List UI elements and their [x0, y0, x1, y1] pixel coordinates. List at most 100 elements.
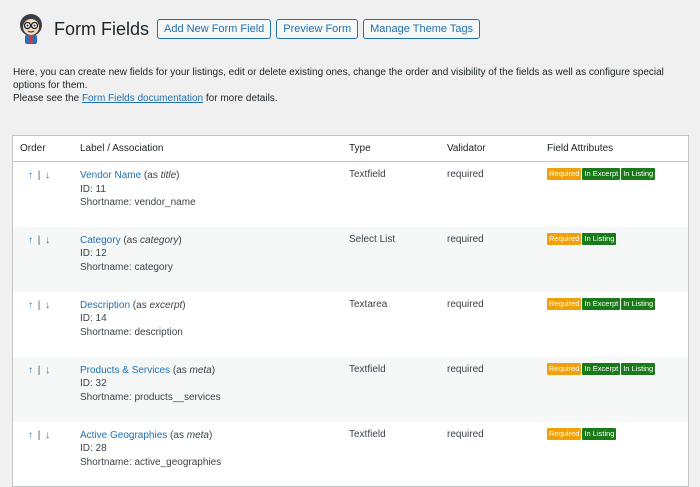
order-separator: | — [37, 429, 42, 441]
label-cell: Active Geographies (as meta) ID: 28 Shor… — [80, 422, 349, 487]
move-up-arrow-icon[interactable]: ↑ — [28, 365, 34, 376]
intro-text: Here, you can create new fields for your… — [13, 66, 693, 105]
association-value: category — [140, 234, 179, 246]
field-shortname: Shortname: category — [80, 261, 173, 273]
field-id: ID: 28 — [80, 443, 107, 454]
table-row: ↑ | ↓ Products & Services (as meta) ID: … — [13, 356, 688, 422]
in-listing-badge: In Listing — [621, 297, 656, 310]
field-attributes-cell: Required In Listing — [547, 422, 688, 487]
column-header-type: Type — [349, 136, 447, 162]
in-listing-badge: In Listing — [621, 168, 656, 180]
type-cell: Select List — [349, 233, 396, 245]
in-excerpt-badge: In Excerpt — [582, 297, 621, 310]
order-cell: ↑ | ↓ — [13, 162, 80, 227]
association-prefix: (as — [130, 299, 150, 311]
field-id: ID: 32 — [80, 378, 107, 389]
label-cell: Products & Services (as meta) ID: 32 Sho… — [80, 357, 349, 422]
order-separator: | — [37, 364, 42, 376]
move-down-arrow-icon[interactable]: ↓ — [45, 365, 51, 376]
association-value: title — [160, 170, 177, 181]
preview-form-button[interactable]: Preview Form — [276, 19, 359, 39]
association-prefix: (as — [167, 429, 187, 441]
in-listing-badge: In Listing — [582, 232, 617, 245]
association-prefix: (as — [141, 170, 161, 181]
move-down-arrow-icon[interactable]: ↓ — [45, 430, 51, 441]
required-badge: Required — [547, 362, 582, 375]
column-header-field-attributes: Field Attributes — [547, 136, 688, 162]
intro-line-1: Here, you can create new fields for your… — [13, 67, 664, 91]
table-row: ↑ | ↓ Category (as category) ID: 12 Shor… — [13, 226, 688, 292]
validator-cell: required — [447, 428, 484, 440]
field-id: ID: 11 — [80, 183, 106, 195]
move-down-arrow-icon[interactable]: ↓ — [45, 235, 51, 246]
order-separator: | — [37, 170, 42, 181]
column-header-label: Label / Association — [80, 136, 349, 162]
field-name-link[interactable]: Description — [80, 300, 130, 311]
form-fields-table: Order Label / Association Type Validator… — [12, 135, 689, 487]
order-separator: | — [37, 234, 42, 246]
table-row: ↑ | ↓ Description (as excerpt) ID: 14 Sh… — [13, 292, 688, 357]
label-cell: Vendor Name (as title) ID: 11 Shortname:… — [80, 162, 349, 227]
column-header-order: Order — [13, 136, 80, 162]
validator-cell: required — [447, 233, 484, 245]
type-cell: Textfield — [349, 363, 386, 375]
plugin-logo-icon — [20, 14, 42, 44]
field-id: ID: 12 — [80, 248, 107, 259]
type-cell: Textfield — [349, 428, 386, 440]
association-suffix: ) — [208, 429, 213, 441]
label-cell: Description (as excerpt) ID: 14 Shortnam… — [80, 292, 349, 357]
move-down-arrow-icon[interactable]: ↓ — [45, 300, 51, 311]
field-id: ID: 14 — [80, 313, 107, 324]
order-cell: ↑ | ↓ — [13, 422, 80, 487]
order-separator: | — [37, 299, 42, 311]
field-shortname: Shortname: vendor_name — [80, 197, 196, 208]
field-attributes-cell: Required In Excerpt In Listing — [547, 292, 688, 357]
move-up-arrow-icon[interactable]: ↑ — [28, 235, 34, 246]
order-cell: ↑ | ↓ — [13, 292, 80, 357]
field-shortname: Shortname: active_geographies — [80, 456, 222, 468]
association-suffix: ) — [178, 234, 182, 246]
page-title: Form Fields — [54, 18, 150, 39]
field-attributes-cell: Required In Listing — [547, 227, 688, 292]
type-cell: Textarea — [349, 298, 388, 310]
field-attributes-cell: Required In Excerpt In Listing — [547, 357, 688, 422]
move-down-arrow-icon[interactable]: ↓ — [45, 170, 51, 181]
table-row: ↑ | ↓ Active Geographies (as meta) ID: 2… — [13, 422, 688, 487]
in-excerpt-badge: In Excerpt — [582, 362, 621, 375]
validator-cell: required — [447, 363, 484, 375]
field-name-link[interactable]: Products & Services — [80, 365, 170, 376]
association-value: excerpt — [149, 299, 183, 311]
association-suffix: ) — [182, 299, 186, 311]
association-suffix: ) — [211, 364, 216, 376]
field-attributes-cell: Required In Excerpt In Listing — [547, 162, 688, 227]
move-up-arrow-icon[interactable]: ↑ — [28, 300, 34, 311]
in-listing-badge: In Listing — [621, 362, 656, 375]
validator-cell: required — [447, 298, 484, 310]
table-header-row: Order Label / Association Type Validator… — [13, 136, 688, 162]
required-badge: Required — [547, 297, 582, 310]
field-shortname: Shortname: description — [80, 326, 183, 338]
page-header: Form Fields Add New Form Field Preview F… — [16, 10, 485, 48]
required-badge: Required — [547, 427, 582, 440]
table-row: ↑ | ↓ Vendor Name (as title) ID: 11 Shor… — [13, 162, 688, 227]
field-shortname: Shortname: products__services — [80, 391, 221, 403]
move-up-arrow-icon[interactable]: ↑ — [28, 430, 34, 441]
add-new-form-field-button[interactable]: Add New Form Field — [157, 19, 272, 39]
type-cell: Textfield — [349, 169, 386, 180]
in-listing-badge: In Listing — [582, 427, 617, 440]
field-name-link[interactable]: Vendor Name — [80, 170, 141, 181]
manage-theme-tags-button[interactable]: Manage Theme Tags — [363, 19, 481, 39]
form-fields-documentation-link[interactable]: Form Fields documentation — [82, 93, 203, 104]
required-badge: Required — [547, 232, 582, 245]
association-prefix: (as — [120, 234, 141, 246]
label-cell: Category (as category) ID: 12 Shortname:… — [80, 227, 349, 292]
field-name-link[interactable]: Category — [80, 235, 121, 246]
association-prefix: (as — [170, 364, 190, 376]
association-value: meta — [189, 364, 212, 376]
intro-line-2-suffix: for more details. — [203, 93, 278, 104]
intro-line-2: Please see the Form Fields documentation… — [13, 92, 693, 105]
association-suffix: ) — [176, 170, 180, 181]
in-excerpt-badge: In Excerpt — [582, 168, 621, 180]
field-name-link[interactable]: Active Geographies — [80, 430, 167, 441]
move-up-arrow-icon[interactable]: ↑ — [28, 170, 34, 181]
